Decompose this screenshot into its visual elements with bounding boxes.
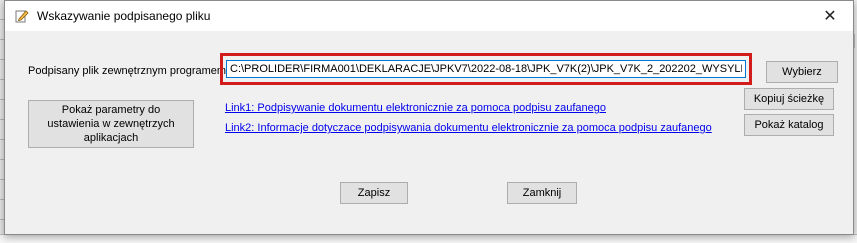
- link-trusted-signature[interactable]: Link1: Podpisywanie dokumentu elektronic…: [225, 102, 606, 114]
- signed-file-label: Podpisany plik zewnętrznym programem: [28, 65, 227, 77]
- close-button[interactable]: ✕: [807, 1, 853, 31]
- link-signing-info[interactable]: Link2: Informacje dotyczace podpisywania…: [225, 122, 712, 134]
- save-button[interactable]: Zapisz: [340, 182, 408, 204]
- dialog-titlebar: Wskazywanie podpisanego pliku ✕: [5, 1, 853, 31]
- signed-file-path-input[interactable]: [226, 60, 746, 78]
- dialog-title: Wskazywanie podpisanego pliku: [37, 9, 211, 23]
- background-bottom-strip: [0, 234, 857, 243]
- show-parameters-button[interactable]: Pokaż parametry do ustawienia w zewnętrz…: [28, 100, 194, 148]
- choose-file-button[interactable]: Wybierz: [766, 61, 838, 83]
- copy-path-button[interactable]: Kopiuj ścieżkę: [744, 88, 834, 110]
- close-dialog-button[interactable]: Zamknij: [507, 182, 577, 204]
- show-folder-button[interactable]: Pokaż katalog: [744, 114, 834, 136]
- close-icon[interactable]: ✕: [823, 6, 836, 26]
- signature-pen-icon: [15, 9, 29, 23]
